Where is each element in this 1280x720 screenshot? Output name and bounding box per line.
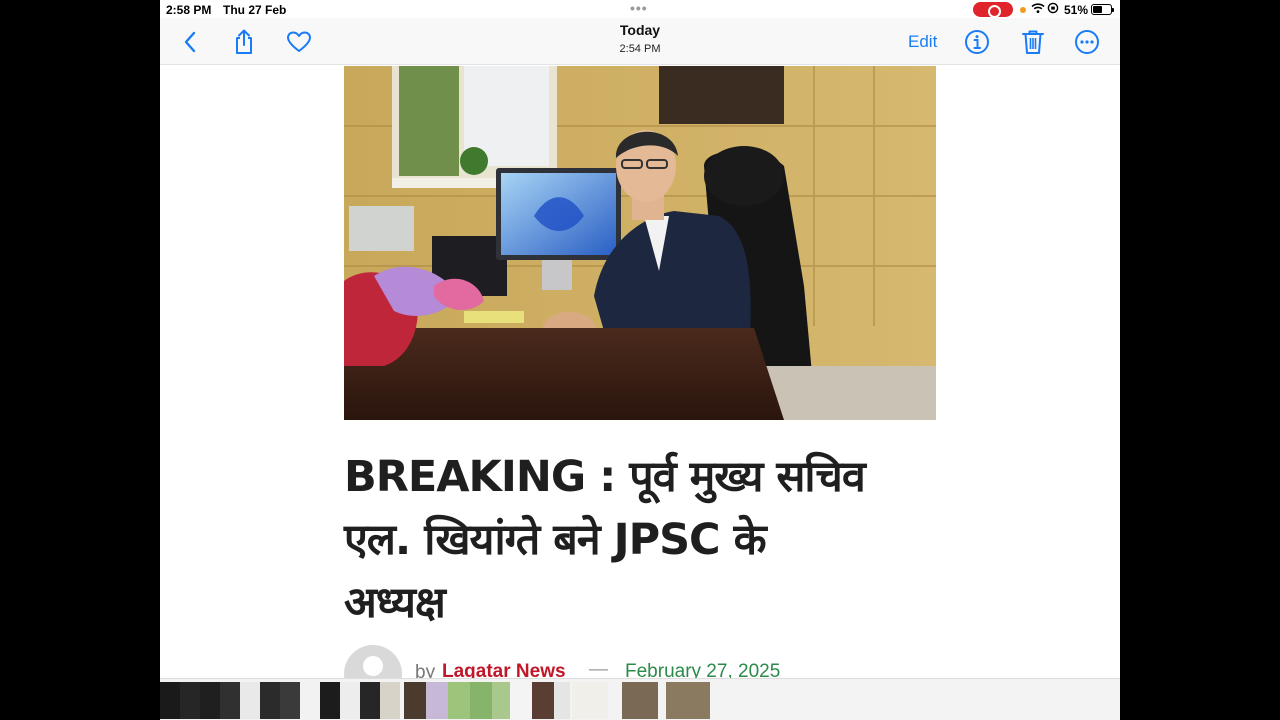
photo-thumbnail-strip[interactable] (160, 678, 1120, 720)
photo-viewer-screen: 2:58 PM Thu 27 Feb ••• 51% Today 2:54 PM… (160, 0, 1120, 720)
photo-thumbnail[interactable] (492, 682, 510, 719)
photo-thumbnail[interactable] (220, 682, 240, 719)
photo-thumbnail[interactable] (200, 682, 220, 719)
headline-line-3: अध्यक्ष (344, 578, 446, 628)
photo-thumbnail[interactable] (320, 682, 340, 719)
article-photo[interactable] (344, 66, 936, 420)
photo-thumbnail[interactable] (470, 682, 492, 719)
status-time: 2:58 PM (166, 3, 212, 17)
trash-icon[interactable] (1019, 28, 1047, 56)
photo-thumbnail[interactable] (280, 682, 300, 719)
photo-thumbnail[interactable] (404, 682, 426, 719)
wifi-icon (1031, 2, 1045, 17)
mic-indicator-icon (1020, 7, 1026, 13)
more-icon[interactable] (1073, 28, 1101, 56)
nav-bar: Today 2:54 PM Edit (160, 18, 1120, 65)
photo-thumbnail-selected[interactable] (666, 682, 710, 719)
info-icon[interactable] (963, 28, 991, 56)
photo-thumbnail[interactable] (340, 682, 360, 719)
photo-thumbnail[interactable] (180, 682, 200, 719)
photo-thumbnail[interactable] (572, 682, 608, 719)
photo-thumbnail[interactable] (380, 682, 400, 719)
photo-thumbnail[interactable] (426, 682, 448, 719)
status-bar: 2:58 PM Thu 27 Feb ••• 51% (160, 0, 1120, 20)
photo-thumbnail[interactable] (240, 682, 260, 719)
screen-recording-icon[interactable] (973, 2, 1013, 18)
article-headline: BREAKING : पूर्व मुख्य सचिव एल. खियांग्त… (344, 446, 924, 635)
photo-thumbnail[interactable] (260, 682, 280, 719)
photo-thumbnail[interactable] (510, 682, 532, 719)
orientation-lock-icon (1047, 2, 1059, 17)
battery-icon (1091, 4, 1114, 15)
headline-line-1: BREAKING : पूर्व मुख्य सचिव (344, 452, 866, 502)
photo-thumbnail[interactable] (360, 682, 380, 719)
photo-thumbnail[interactable] (554, 682, 570, 719)
edit-button[interactable]: Edit (908, 32, 937, 52)
photo-thumbnail[interactable] (622, 682, 658, 719)
status-date: Thu 27 Feb (223, 3, 287, 17)
photo-thumbnail[interactable] (448, 682, 470, 719)
headline-line-2: एल. खियांग्ते बने JPSC के (344, 515, 767, 565)
photo-thumbnail[interactable] (160, 682, 180, 719)
battery-percent: 51% (1064, 3, 1089, 17)
photo-thumbnail[interactable] (532, 682, 554, 719)
multitasking-dots-icon[interactable]: ••• (630, 0, 648, 16)
photo-thumbnail[interactable] (300, 682, 320, 719)
